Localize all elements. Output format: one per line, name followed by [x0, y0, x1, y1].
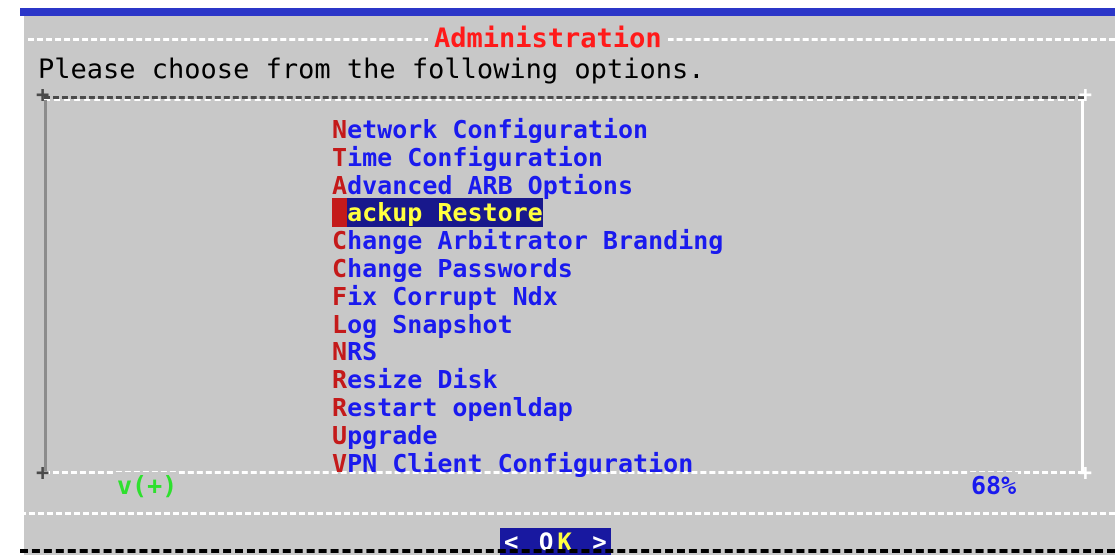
scroll-percent-indicator: 68% [969, 471, 1019, 500]
menu-item-hotkey: C [332, 253, 348, 283]
menu-item-hotkey: N [332, 337, 348, 367]
menu-item-hotkey: T [332, 142, 348, 172]
menu-item-restart-openldap[interactable]: Restart openldap [332, 394, 723, 422]
menu-item-change-passwords[interactable]: Change Passwords [332, 255, 723, 283]
menu-item-label: ackup Restore [347, 198, 543, 228]
menu-item-change-arbitrator-branding[interactable]: Change Arbitrator Branding [332, 227, 723, 255]
menu-item-resize-disk[interactable]: Resize Disk [332, 366, 723, 394]
menu-item-network-configuration[interactable]: Network Configuration [332, 116, 723, 144]
dialog-prompt: Please choose from the following options… [38, 54, 705, 85]
menu-item-hotkey: V [332, 448, 348, 478]
menu-item-hotkey: C [332, 226, 348, 256]
scroll-down-indicator: v(+) [115, 471, 180, 500]
menu-item-label: ime Configuration [347, 142, 603, 172]
menu-item-label: etwork Configuration [347, 115, 649, 144]
menu-item-hotkey: L [332, 309, 348, 339]
menu-item-upgrade[interactable]: Upgrade [332, 420, 723, 450]
menu-item-time-configuration[interactable]: Time Configuration [332, 142, 723, 172]
dialog-left-edge [20, 16, 24, 555]
menu-item-label: og Snapshot [347, 309, 513, 339]
menu-item-backup-restore[interactable]: Backup Restore [332, 198, 723, 228]
menu-item-log-snapshot[interactable]: Log Snapshot [332, 309, 723, 339]
frame-corner-top-left: + [36, 83, 50, 108]
menu-item-hotkey: R [332, 392, 348, 422]
menu-item-label: RS [347, 337, 378, 367]
menu-item-nrs[interactable]: NRS [332, 338, 723, 366]
terminal-screen: Administration Please choose from the fo… [0, 0, 1115, 555]
menu-item-hotkey: B [332, 198, 348, 228]
menu-item-hotkey: F [332, 281, 348, 311]
menu-item-label: hange Arbitrator Branding [347, 226, 724, 256]
button-separator [20, 512, 1115, 515]
menu-frame-left [44, 100, 47, 474]
menu-item-vpn-client-configuration[interactable]: VPN Client Configuration [332, 448, 723, 478]
menu-item-label: dvanced ARB Options [347, 170, 634, 200]
menu-item-hotkey: N [332, 115, 348, 144]
menu-item-label: PN Client Configuration [347, 448, 694, 478]
frame-corner-bottom-left: + [36, 461, 50, 486]
admin-menu-list: Network Configuration Time Configuration… [332, 116, 723, 477]
menu-frame-top-highlight [44, 99, 1084, 101]
menu-item-label: ix Corrupt Ndx [347, 281, 558, 311]
menu-item-advanced-arb-options[interactable]: Advanced ARB Options [332, 170, 723, 200]
menu-item-label: esize Disk [347, 365, 498, 395]
menu-frame-right [1081, 100, 1084, 474]
menu-item-hotkey: A [332, 170, 348, 200]
menu-item-fix-corrupt-ndx[interactable]: Fix Corrupt Ndx [332, 281, 723, 311]
menu-item-label: pgrade [347, 420, 438, 450]
frame-corner-top-right: + [1078, 83, 1092, 108]
menu-item-hotkey: U [332, 420, 348, 450]
dialog-title: Administration [428, 24, 668, 54]
administration-dialog: Administration Please choose from the fo… [20, 8, 1115, 555]
menu-item-label: estart openldap [347, 392, 573, 422]
frame-corner-bottom-right: + [1078, 461, 1092, 486]
menu-item-label: hange Passwords [347, 253, 573, 283]
menu-item-hotkey: R [332, 365, 348, 395]
bottom-rule [20, 549, 1115, 553]
